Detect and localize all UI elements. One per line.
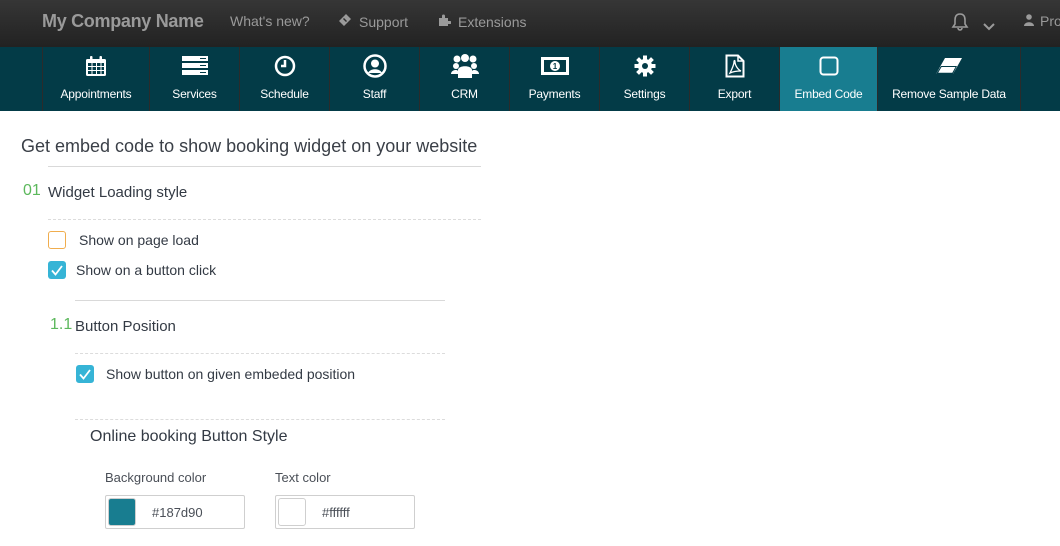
nav-staff[interactable]: Staff [329,47,419,111]
square-icon [819,55,839,77]
checkbox-checked[interactable] [76,365,94,383]
checkbox-checked[interactable] [48,261,66,279]
banknote-icon: 1 [540,55,569,77]
step-label: Widget Loading style [48,184,188,201]
module-nav: Appointments Services Schedule Staff CRM [0,47,1060,111]
subsection-divider [75,300,445,301]
company-brand[interactable]: My Company Name [42,11,204,32]
section-divider [75,419,445,420]
support-link[interactable]: Support [338,13,408,30]
step-number: 01 [23,182,41,199]
checkmark-icon [51,264,63,276]
nav-label: Staff [362,87,387,101]
option-show-on-page-load[interactable]: Show on page load [48,231,199,249]
option-show-button-embedded-position[interactable]: Show button on given embeded position [76,365,355,383]
profile-label: Pro [1040,13,1060,29]
user-icon [1024,13,1034,29]
extensions-label: Extensions [458,13,527,30]
nav-settings[interactable]: Settings [599,47,689,111]
nav-export[interactable]: Export [689,47,779,111]
background-color-swatch[interactable] [108,498,136,526]
nav-label: Embed Code [794,87,863,101]
nav-label: Settings [623,87,666,101]
nav-schedule[interactable]: Schedule [239,47,329,111]
checkmark-icon [79,368,91,380]
page-title: Get embed code to show booking widget on… [21,136,478,156]
svg-text:1: 1 [552,62,557,71]
users-group-icon [450,54,479,78]
text-color-swatch[interactable] [278,498,306,526]
substep-label: Button Position [75,318,176,335]
top-header: My Company Name What's new? Support Exte… [0,0,1060,47]
chevron-down-icon[interactable] [983,18,995,36]
clock-icon [274,55,296,77]
nav-label: Payments [528,87,581,101]
support-label: Support [359,13,409,30]
whats-new-label: What's new? [230,13,310,29]
pdf-file-icon [725,54,745,78]
text-color-label: Text color [275,470,331,485]
section-divider [48,219,481,220]
nav-services[interactable]: Services [149,47,239,111]
nav-payments[interactable]: 1 Payments [509,47,599,111]
nav-embed-code[interactable]: Embed Code [779,47,877,111]
background-color-value: #187d90 [152,504,203,520]
calendar-icon [85,55,107,77]
bell-icon[interactable] [951,12,969,37]
nav-divider [1020,47,1021,111]
nav-label: Schedule [260,87,309,101]
eraser-icon [935,55,963,77]
ticket-icon [338,13,352,30]
nav-crm[interactable]: CRM [419,47,509,111]
button-style-heading: Online booking Button Style [90,428,288,445]
user-circle-icon [362,54,387,78]
substep-number: 1.1 [50,316,73,333]
checkbox-unchecked[interactable] [48,231,66,249]
nav-label: Export [717,87,752,101]
puzzle-icon [437,13,452,30]
extensions-link[interactable]: Extensions [437,13,526,30]
server-stack-icon [181,55,208,77]
option-label: Show button on given embeded position [106,366,356,382]
gear-icon [634,55,656,77]
background-color-label: Background color [105,470,207,485]
nav-label: Appointments [60,87,132,101]
whats-new-link[interactable]: What's new? [230,13,310,29]
profile-menu[interactable]: Pro [1024,13,1060,29]
option-show-on-button-click[interactable]: Show on a button click [48,261,216,279]
nav-label: Services [172,87,217,101]
background-color-input[interactable]: #187d90 [105,495,245,529]
text-color-input[interactable]: #ffffff [275,495,415,529]
section-divider [75,353,445,354]
option-label: Show on page load [79,232,199,248]
text-color-value: #ffffff [322,504,350,520]
nav-remove-sample-data[interactable]: Remove Sample Data [877,47,1020,111]
option-label: Show on a button click [76,262,217,278]
nav-appointments[interactable]: Appointments [42,47,149,111]
nav-label: Remove Sample Data [892,87,1006,101]
nav-label: CRM [451,87,478,101]
title-divider [48,166,481,167]
